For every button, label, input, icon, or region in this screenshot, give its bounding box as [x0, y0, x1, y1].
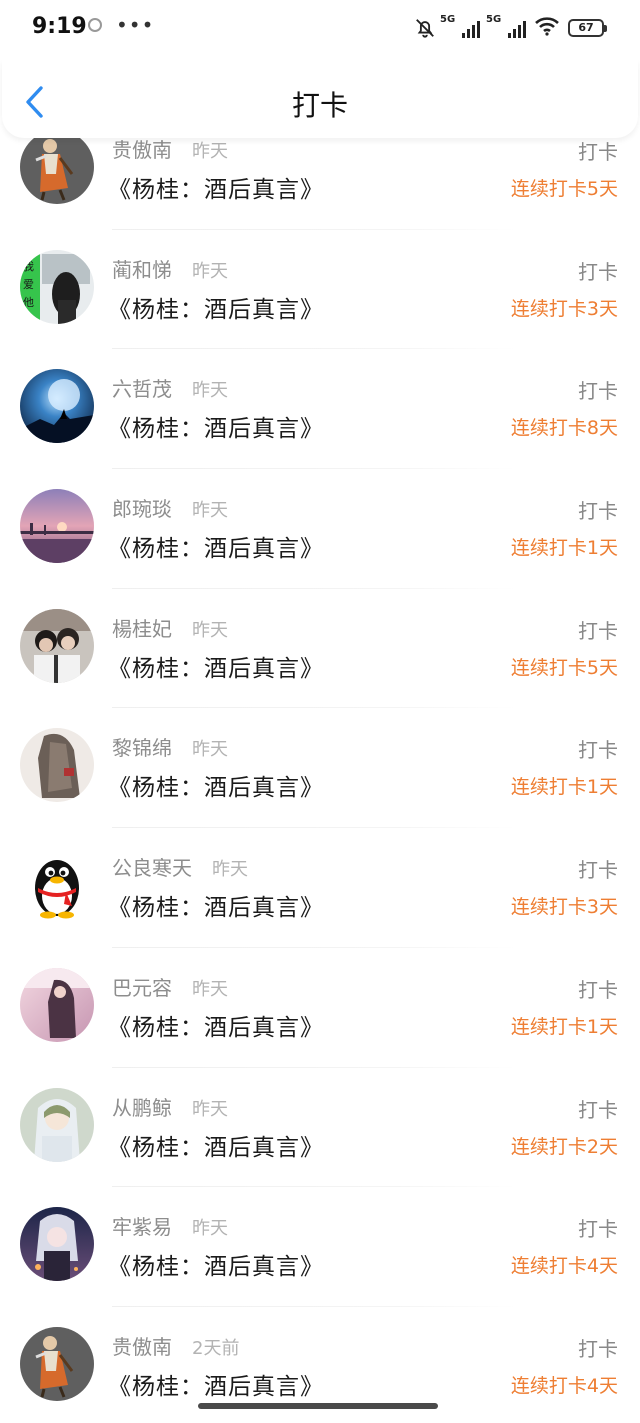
streak-badge: 连续打卡2天 — [510, 1135, 618, 1158]
streak-badge: 连续打卡3天 — [510, 297, 618, 320]
svg-text:爱: 爱 — [23, 278, 34, 291]
book-title: 《杨桂：酒后真言》 — [108, 655, 324, 682]
checkin-time: 昨天 — [192, 500, 228, 522]
user-name[interactable]: 牢紫易 — [112, 1211, 172, 1240]
checkin-time: 昨天 — [192, 1218, 228, 1240]
checkin-label: 打卡 — [578, 977, 618, 1002]
user-name[interactable]: 郎琬琰 — [112, 493, 172, 522]
book-title: 《杨桂：酒后真言》 — [108, 177, 324, 203]
streak-badge: 连续打卡1天 — [510, 776, 618, 799]
book-title: 《杨桂：酒后真言》 — [108, 1373, 324, 1400]
page-title: 打卡 — [291, 89, 348, 122]
checkin-label: 打卡 — [578, 140, 618, 164]
more-notifications-icon: ••• — [116, 13, 155, 37]
streak-badge: 连续打卡1天 — [510, 537, 618, 560]
checkin-label: 打卡 — [578, 1336, 618, 1361]
list-item[interactable]: 楊桂妃 昨天 《杨桂：酒后真言》 打卡 连续打卡5天 — [0, 589, 640, 709]
checkin-time: 昨天 — [192, 739, 228, 761]
book-title: 《杨桂：酒后真言》 — [108, 1134, 324, 1161]
checkin-label: 打卡 — [578, 618, 618, 643]
avatar-3[interactable] — [20, 489, 94, 564]
streak-badge: 连续打卡4天 — [510, 1374, 618, 1397]
wifi-icon — [534, 16, 560, 40]
checkin-time: 昨天 — [192, 260, 228, 282]
checkin-label: 打卡 — [578, 1217, 618, 1242]
user-name[interactable]: 从鹏鲸 — [112, 1092, 172, 1121]
book-title: 《杨桂：酒后真言》 — [108, 1014, 324, 1041]
avatar-5[interactable] — [20, 728, 94, 803]
status-icons: 5G 5G 67 — [414, 14, 607, 40]
list-item[interactable]: 黎锦绵 昨天 《杨桂：酒后真言》 打卡 连续打卡1天 — [0, 708, 640, 829]
checkin-time: 昨天 — [192, 141, 228, 162]
user-name[interactable]: 贵傲南 — [112, 134, 172, 163]
signal-icon: 5G — [440, 14, 480, 38]
book-title: 《杨桂：酒后真言》 — [108, 536, 324, 563]
avatar-6[interactable] — [20, 848, 94, 923]
checkin-time: 昨天 — [212, 859, 248, 881]
checkin-time: 昨天 — [192, 978, 228, 1000]
home-indicator[interactable] — [198, 1403, 438, 1409]
list-item[interactable]: 郎琬琰 昨天 《杨桂：酒后真言》 打卡 连续打卡1天 — [0, 469, 640, 589]
streak-badge: 连续打卡8天 — [510, 417, 618, 440]
checkin-time: 昨天 — [192, 619, 228, 641]
user-name[interactable]: 黎锦绵 — [112, 732, 172, 761]
user-name[interactable]: 巴元容 — [112, 972, 172, 1001]
streak-badge: 连续打卡3天 — [510, 896, 618, 919]
list-item[interactable]: 公良寒天 昨天 《杨桂：酒后真言》 打卡 连续打卡3天 — [0, 828, 640, 948]
checkin-time: 昨天 — [192, 1098, 228, 1120]
avatar-1[interactable]: 我爱他 — [20, 249, 94, 324]
avatar-7[interactable] — [20, 967, 94, 1042]
streak-badge: 连续打卡5天 — [510, 656, 618, 679]
checkin-time: 昨天 — [192, 380, 228, 402]
silent-bell-icon — [414, 17, 434, 39]
user-name[interactable]: 楊桂妃 — [112, 613, 172, 642]
battery-icon: 67 — [568, 19, 607, 37]
checkin-label: 打卡 — [578, 379, 618, 404]
list-item[interactable]: 我爱他 蔺和悌 昨天 《杨桂：酒后真言》 打卡 连续打卡3天 — [0, 230, 640, 350]
streak-badge: 连续打卡5天 — [510, 178, 618, 200]
checkin-label: 打卡 — [578, 259, 618, 284]
list-item[interactable]: 巴元容 昨天 《杨桂：酒后真言》 打卡 连续打卡1天 — [0, 948, 640, 1068]
avatar-8[interactable] — [20, 1087, 94, 1162]
avatar-9[interactable] — [20, 1207, 94, 1282]
user-name[interactable]: 公良寒天 — [112, 852, 192, 881]
book-title: 《杨桂：酒后真言》 — [108, 296, 324, 323]
checkin-label: 打卡 — [578, 1097, 618, 1122]
svg-text:我: 我 — [23, 260, 34, 273]
book-title: 《杨桂：酒后真言》 — [108, 1254, 324, 1281]
checkin-list: 贵傲南 昨天 《杨桂：酒后真言》 打卡 连续打卡5天 我爱他 蔺和悌 昨天 《杨… — [0, 110, 640, 1423]
avatar-0[interactable] — [20, 130, 94, 204]
status-bar: 9:19 ••• 5G 5G 67 — [0, 0, 640, 60]
app-notification-icon — [88, 18, 102, 32]
checkin-screen: 9:19 ••• 5G 5G 67 打卡 贵傲南 昨天 《杨桂：酒后真言》 打卡… — [0, 0, 640, 1423]
nav-header: 打卡 — [2, 60, 638, 138]
checkin-time: 2天前 — [192, 1337, 240, 1359]
book-title: 《杨桂：酒后真言》 — [108, 775, 324, 802]
checkin-label: 打卡 — [578, 738, 618, 763]
avatar-2[interactable] — [20, 369, 94, 444]
checkin-label: 打卡 — [578, 858, 618, 883]
avatar-4[interactable] — [20, 608, 94, 683]
user-name[interactable]: 蔺和悌 — [112, 254, 172, 283]
streak-badge: 连续打卡4天 — [510, 1255, 618, 1278]
book-title: 《杨桂：酒后真言》 — [108, 416, 324, 443]
list-item[interactable]: 六哲茂 昨天 《杨桂：酒后真言》 打卡 连续打卡8天 — [0, 349, 640, 470]
streak-badge: 连续打卡1天 — [510, 1015, 618, 1038]
avatar-10[interactable] — [20, 1326, 94, 1401]
user-name[interactable]: 贵傲南 — [112, 1331, 172, 1360]
user-name[interactable]: 六哲茂 — [112, 373, 172, 402]
list-item[interactable]: 从鹏鲸 昨天 《杨桂：酒后真言》 打卡 连续打卡2天 — [0, 1068, 640, 1188]
status-time: 9:19 — [32, 14, 87, 39]
svg-text:他: 他 — [23, 296, 34, 309]
book-title: 《杨桂：酒后真言》 — [108, 895, 324, 922]
checkin-label: 打卡 — [578, 499, 618, 524]
signal-icon-2: 5G — [486, 14, 526, 38]
list-item[interactable]: 牢紫易 昨天 《杨桂：酒后真言》 打卡 连续打卡4天 — [0, 1187, 640, 1307]
